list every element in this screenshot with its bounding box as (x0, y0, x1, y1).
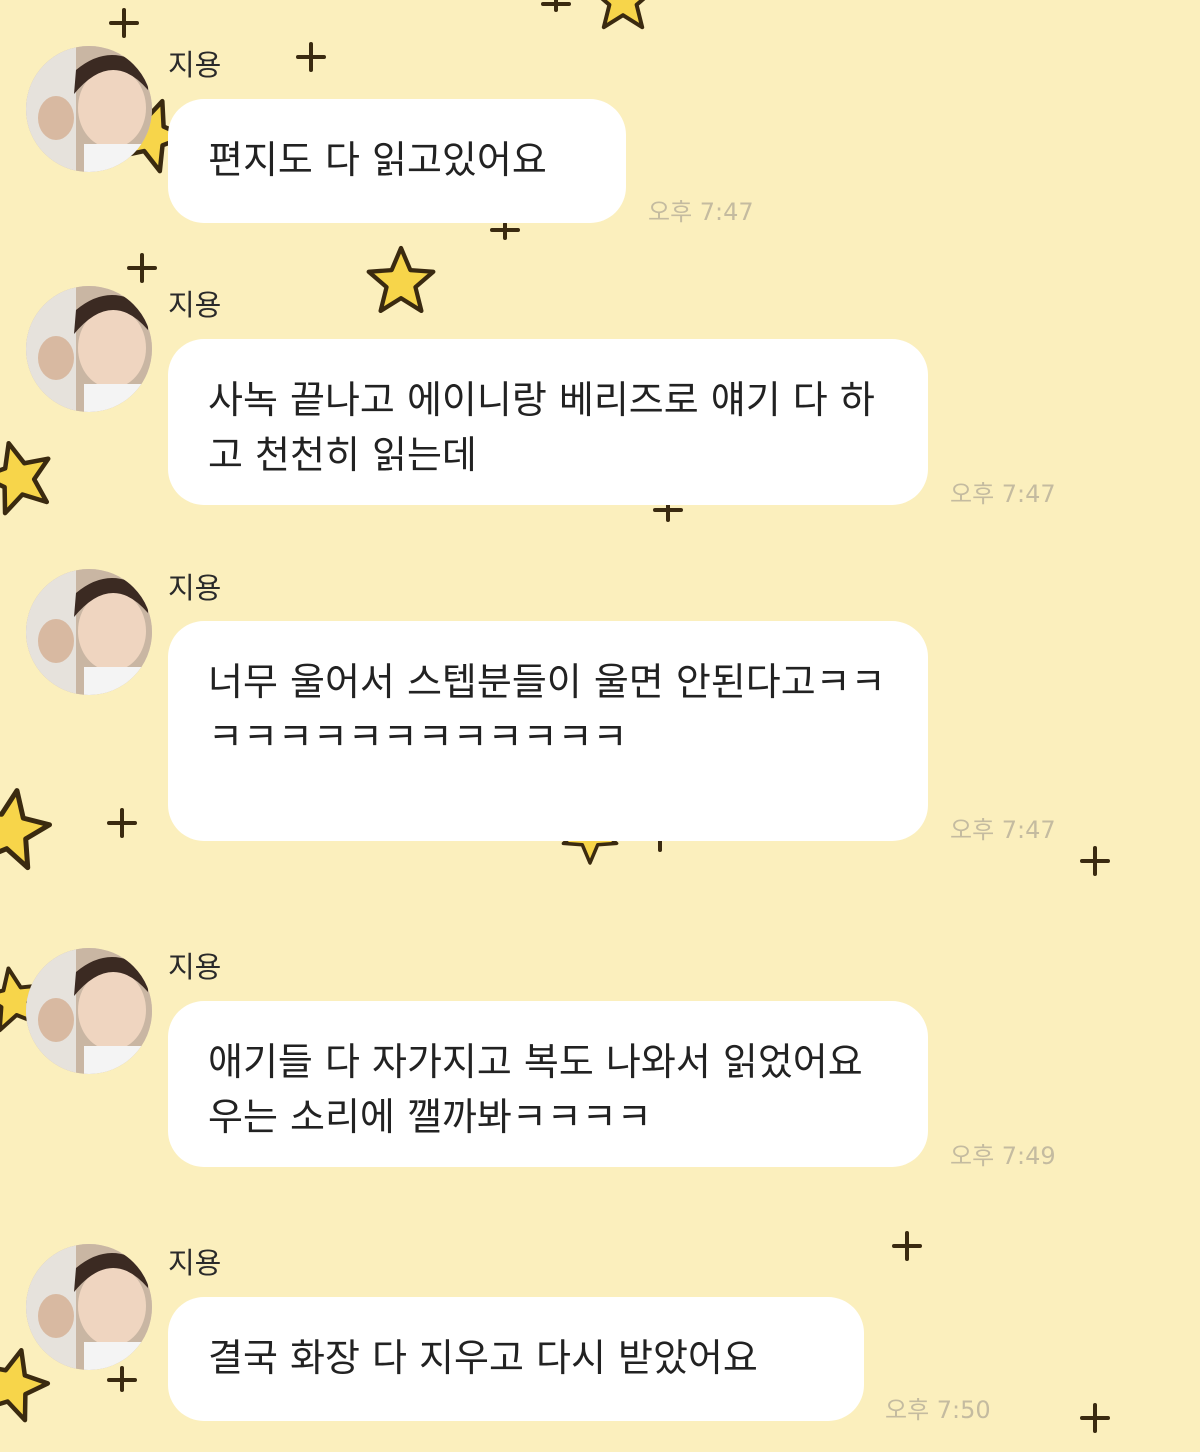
message-bubble[interactable]: 너무 울어서 스텝분들이 울면 안된다고ㅋㅋㅋㅋㅋㅋㅋㅋㅋㅋㅋㅋㅋㅋ (168, 621, 928, 841)
message-bubble[interactable]: 편지도 다 읽고있어요 (168, 99, 626, 223)
sparkle-icon (109, 8, 139, 38)
avatar[interactable] (26, 569, 152, 695)
message-bubble[interactable]: 애기들 다 자가지고 복도 나와서 읽었어요 우는 소리에 깰까봐ㅋㅋㅋㅋ (168, 1001, 928, 1167)
sparkle-icon (490, 222, 520, 240)
sparkle-icon (127, 253, 157, 283)
avatar[interactable] (26, 286, 152, 412)
sender-name: 지용 (168, 48, 222, 82)
message-timestamp: 오후 7:49 (950, 1142, 1056, 1170)
sparkle-icon (296, 42, 326, 72)
star-icon (369, 248, 434, 311)
sparkle-icon (1080, 846, 1110, 876)
avatar[interactable] (26, 948, 152, 1074)
message-bubble[interactable]: 결국 화장 다 지우고 다시 받았어요 (168, 1297, 864, 1421)
sender-name: 지용 (168, 1246, 222, 1280)
sparkle-icon (107, 1366, 137, 1392)
message-timestamp: 오후 7:50 (885, 1396, 991, 1424)
star-icon (0, 434, 59, 516)
star-icon (593, 0, 654, 27)
sender-name: 지용 (168, 950, 222, 984)
sender-name: 지용 (168, 288, 222, 322)
avatar[interactable] (26, 1244, 152, 1370)
message-timestamp: 오후 7:47 (950, 816, 1056, 844)
sparkle-icon (107, 808, 137, 838)
sparkle-icon (1080, 1403, 1110, 1433)
sparkle-icon (541, 0, 571, 12)
message-bubble[interactable]: 사녹 끝나고 에이니랑 베리즈로 얘기 다 하고 천천히 읽는데 (168, 339, 928, 505)
avatar[interactable] (26, 46, 152, 172)
sender-name: 지용 (168, 571, 222, 605)
sparkle-icon (653, 502, 683, 522)
message-timestamp: 오후 7:47 (950, 480, 1056, 508)
sparkle-icon (892, 1231, 922, 1261)
message-timestamp: 오후 7:47 (648, 198, 754, 226)
star-icon (0, 784, 54, 870)
